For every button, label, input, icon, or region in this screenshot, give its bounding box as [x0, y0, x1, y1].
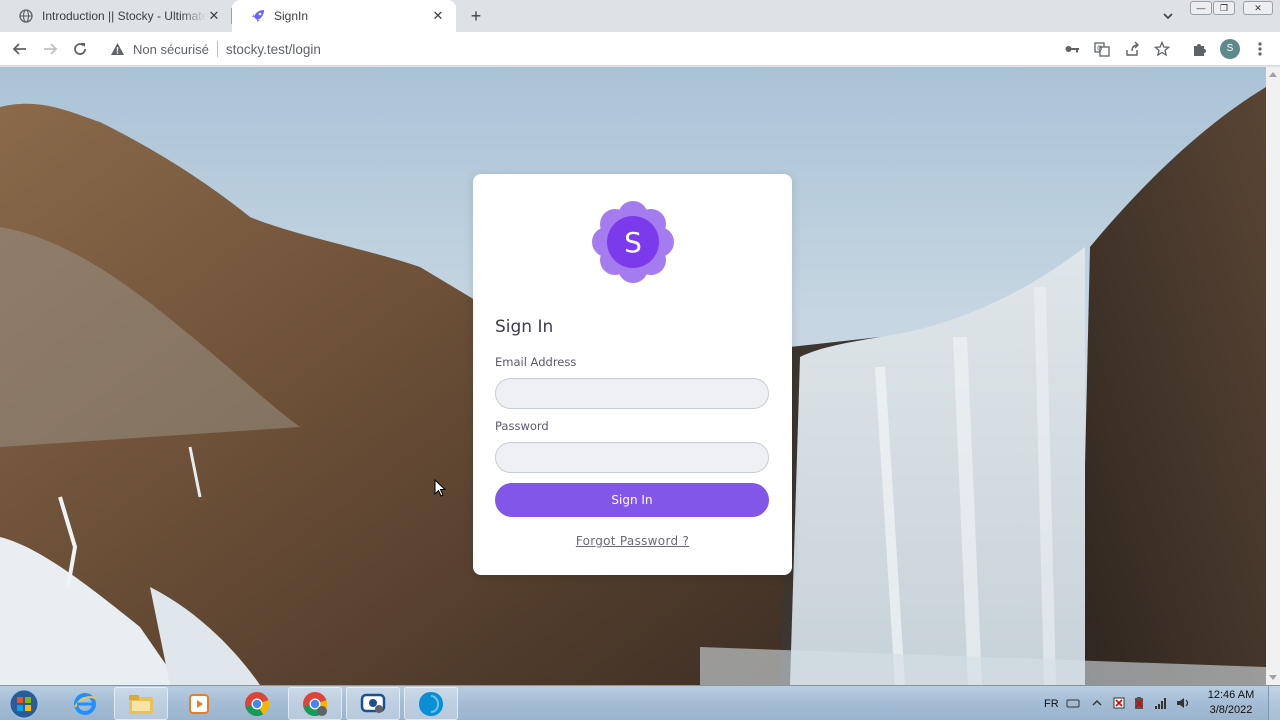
system-clock[interactable]: 12:46 AM 3/8/2022: [1200, 688, 1262, 718]
reload-icon: [74, 43, 86, 55]
start-button[interactable]: [6, 687, 42, 720]
browser-toolbar: Non sécurisé stocky.test/login G: [0, 32, 1280, 66]
email-field[interactable]: [495, 378, 769, 409]
file-explorer-taskbar-icon[interactable]: [114, 687, 168, 720]
close-tab-icon[interactable]: ✕: [430, 8, 446, 24]
password-field[interactable]: [495, 442, 769, 473]
media-player-taskbar-icon[interactable]: [172, 687, 226, 720]
globe-icon: [18, 8, 34, 24]
tab-title: SignIn: [274, 9, 309, 23]
show-desktop-button[interactable]: [1268, 686, 1280, 720]
email-label: Email Address: [495, 355, 577, 369]
back-button[interactable]: [10, 39, 30, 59]
stocky-logo: S: [592, 201, 674, 283]
tab-strip: Introduction || Stocky - Ultimate Invent…: [0, 0, 1280, 32]
action-center-icon[interactable]: [1112, 696, 1126, 710]
tab-title: Introduction || Stocky - Ultimate Invent…: [42, 9, 206, 23]
forward-button[interactable]: [40, 39, 60, 59]
svg-text:G: G: [1097, 45, 1102, 53]
key-icon[interactable]: [1062, 39, 1082, 59]
password-input[interactable]: [496, 443, 768, 472]
profile-avatar[interactable]: S: [1220, 39, 1240, 59]
arrow-right-icon: [44, 43, 58, 55]
chrome-taskbar-icon[interactable]: [230, 687, 284, 720]
email-input[interactable]: [496, 379, 768, 408]
tab-search-icon[interactable]: [1160, 8, 1176, 24]
minimize-button[interactable]: —: [1190, 1, 1212, 15]
translate-icon[interactable]: G: [1092, 39, 1112, 59]
sign-in-button[interactable]: Sign In: [495, 483, 769, 517]
blue-app-taskbar-icon[interactable]: [404, 687, 458, 720]
tab-signin[interactable]: SignIn ✕: [232, 0, 456, 32]
vertical-scrollbar[interactable]: [1266, 67, 1280, 685]
mouse-cursor-icon: [434, 479, 446, 497]
rocket-icon: [250, 8, 266, 24]
address-bar[interactable]: Non sécurisé stocky.test/login: [102, 34, 1182, 64]
bookmark-star-icon[interactable]: [1152, 39, 1172, 59]
language-indicator[interactable]: FR: [1044, 686, 1059, 720]
arrow-left-icon: [12, 43, 26, 55]
new-tab-button[interactable]: +: [466, 6, 486, 26]
security-label[interactable]: Non sécurisé: [133, 42, 209, 57]
show-hidden-icons-icon[interactable]: [1090, 696, 1104, 710]
password-label: Password: [495, 419, 549, 433]
keyboard-icon[interactable]: [1066, 696, 1080, 710]
sign-in-title: Sign In: [495, 317, 554, 337]
reload-button[interactable]: [70, 39, 90, 59]
page-viewport: S Sign In Email Address Password Sign In…: [0, 67, 1266, 685]
more-menu-icon[interactable]: [1250, 39, 1270, 59]
screen-recorder-taskbar-icon[interactable]: [346, 687, 400, 720]
volume-icon[interactable]: [1176, 696, 1190, 710]
windows-logo-icon: [9, 689, 39, 718]
battery-icon[interactable]: [1132, 696, 1146, 710]
logo-letter: S: [624, 226, 642, 259]
close-tab-icon[interactable]: ✕: [206, 8, 222, 24]
login-card: S Sign In Email Address Password Sign In…: [473, 174, 792, 575]
clock-date: 3/8/2022: [1209, 704, 1253, 716]
tab-introduction[interactable]: Introduction || Stocky - Ultimate Invent…: [0, 0, 232, 32]
network-signal-icon[interactable]: [1154, 696, 1168, 710]
share-icon[interactable]: [1122, 39, 1142, 59]
extensions-puzzle-icon[interactable]: [1189, 39, 1209, 59]
internet-explorer-taskbar-icon[interactable]: [58, 687, 112, 720]
chrome-active-taskbar-icon[interactable]: [288, 687, 342, 720]
close-window-button[interactable]: ✕: [1243, 1, 1273, 15]
scroll-down-icon[interactable]: [1269, 675, 1277, 680]
url-separator: [216, 41, 218, 57]
url-text[interactable]: stocky.test/login: [226, 42, 321, 57]
warning-icon[interactable]: [110, 41, 126, 57]
windows-taskbar: FR 12:46 AM 3/8/2022: [0, 685, 1280, 720]
forgot-password-link[interactable]: Forgot Password ?: [473, 534, 792, 548]
scroll-up-icon[interactable]: [1269, 72, 1277, 77]
clock-time: 12:46 AM: [1207, 689, 1255, 701]
restore-button[interactable]: ❐: [1213, 1, 1235, 15]
